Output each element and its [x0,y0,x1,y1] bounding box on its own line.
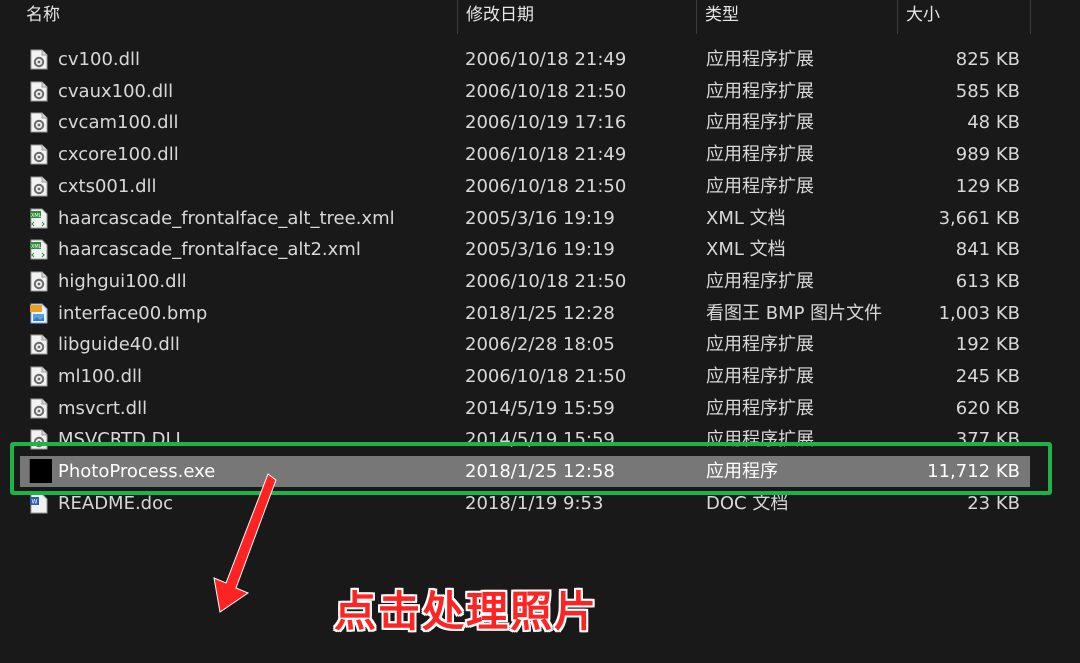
pointer-arrow-icon [213,473,277,613]
callout-text: 点击处理照片 [334,587,599,636]
